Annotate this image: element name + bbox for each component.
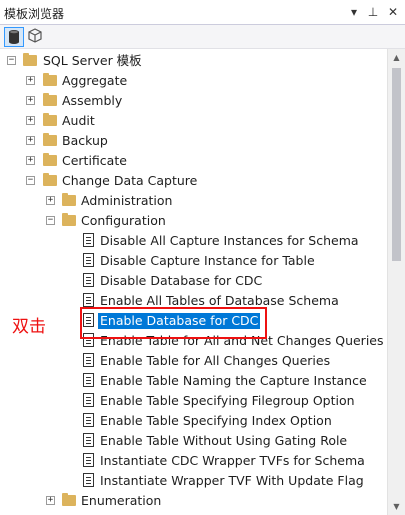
tree-template-item[interactable]: Enable Table Naming the Capture Instance bbox=[0, 371, 387, 391]
script-file-icon bbox=[83, 433, 94, 447]
tree-template-item[interactable]: Disable Capture Instance for Table bbox=[0, 251, 387, 271]
folder-icon bbox=[43, 93, 57, 106]
tree-template-item[interactable]: Enable Table Specifying Index Option bbox=[0, 411, 387, 431]
analysis-services-templates-button[interactable] bbox=[26, 27, 46, 47]
tree-node-configuration[interactable]: − Configuration bbox=[0, 211, 387, 231]
tree-node-label: Enumeration bbox=[81, 493, 162, 508]
folder-open-icon bbox=[43, 173, 57, 186]
tree-template-item[interactable]: Instantiate CDC Wrapper TVFs for Schema bbox=[0, 451, 387, 471]
annotation-highlight-box bbox=[80, 307, 267, 339]
cube-icon bbox=[28, 28, 42, 43]
script-file-icon bbox=[83, 273, 94, 287]
tree-node-label: Instantiate Wrapper TVF With Update Flag bbox=[100, 473, 364, 488]
folder-icon bbox=[62, 493, 76, 506]
expand-icon[interactable]: + bbox=[46, 496, 55, 505]
tree-node-label: Enable Table Without Using Gating Role bbox=[100, 433, 348, 448]
tree-node-label: Assembly bbox=[62, 93, 123, 108]
tree-template-item[interactable]: Instantiate Wrapper TVF With Update Flag bbox=[0, 471, 387, 491]
sql-server-templates-button[interactable] bbox=[4, 27, 24, 47]
tree-node-label: Disable Capture Instance for Table bbox=[100, 253, 315, 268]
folder-icon bbox=[62, 193, 76, 206]
panel-title: 模板浏览器 bbox=[4, 7, 65, 21]
scrollbar-thumb[interactable] bbox=[392, 68, 401, 261]
tree-template-item[interactable]: Disable Database for CDC bbox=[0, 271, 387, 291]
tree-node-label: Aggregate bbox=[62, 73, 128, 88]
tree-node-assembly[interactable]: + Assembly bbox=[0, 91, 387, 111]
tree-node-label: Disable Database for CDC bbox=[100, 273, 263, 288]
script-file-icon bbox=[83, 453, 94, 467]
tree-node-label: Enable Table for All Changes Queries bbox=[100, 353, 331, 368]
template-toolbar bbox=[0, 25, 405, 49]
expand-icon[interactable]: + bbox=[26, 96, 35, 105]
script-file-icon bbox=[83, 233, 94, 247]
script-file-icon bbox=[83, 253, 94, 267]
tree-node-backup[interactable]: + Backup bbox=[0, 131, 387, 151]
tree-node-label: Certificate bbox=[62, 153, 127, 168]
tree-node-label: Administration bbox=[81, 193, 173, 208]
collapse-icon[interactable]: − bbox=[7, 56, 16, 65]
annotation-label: 双击 bbox=[12, 317, 46, 337]
expand-icon[interactable]: + bbox=[26, 156, 35, 165]
folder-icon bbox=[43, 133, 57, 146]
collapse-icon[interactable]: − bbox=[46, 216, 55, 225]
folder-icon bbox=[43, 153, 57, 166]
expand-icon[interactable]: + bbox=[46, 196, 55, 205]
folder-icon bbox=[43, 113, 57, 126]
close-icon[interactable]: ✕ bbox=[385, 3, 401, 21]
template-tree[interactable]: − SQL Server 模板 + Aggregate + Assembly +… bbox=[0, 49, 387, 515]
tree-node-label: Instantiate CDC Wrapper TVFs for Schema bbox=[100, 453, 365, 468]
vertical-scrollbar[interactable]: ▲ ▼ bbox=[387, 49, 405, 515]
tree-node-change-data-capture[interactable]: − Change Data Capture bbox=[0, 171, 387, 191]
tree-node-label: Disable All Capture Instances for Schema bbox=[100, 233, 359, 248]
tree-node-administration[interactable]: + Administration bbox=[0, 191, 387, 211]
script-file-icon bbox=[83, 393, 94, 407]
expand-icon[interactable]: + bbox=[26, 76, 35, 85]
expand-icon[interactable]: + bbox=[26, 116, 35, 125]
script-file-icon bbox=[83, 353, 94, 367]
script-file-icon bbox=[83, 473, 94, 487]
collapse-icon[interactable]: − bbox=[26, 176, 35, 185]
scroll-up-icon[interactable]: ▲ bbox=[388, 49, 405, 66]
tree-node-label: Backup bbox=[62, 133, 108, 148]
tree-node-label: SQL Server 模板 bbox=[43, 53, 142, 68]
tree-template-item[interactable]: Disable All Capture Instances for Schema bbox=[0, 231, 387, 251]
folder-icon bbox=[23, 53, 37, 66]
folder-open-icon bbox=[62, 213, 76, 226]
tree-node-label: Audit bbox=[62, 113, 95, 128]
pin-icon[interactable]: ⊥ bbox=[365, 3, 381, 21]
tree-node-label: Change Data Capture bbox=[62, 173, 198, 188]
tree-node-certificate[interactable]: + Certificate bbox=[0, 151, 387, 171]
script-file-icon bbox=[83, 413, 94, 427]
script-file-icon bbox=[83, 373, 94, 387]
tree-template-item[interactable]: Enable Table Specifying Filegroup Option bbox=[0, 391, 387, 411]
dropdown-icon[interactable]: ▾ bbox=[346, 3, 362, 21]
tree-node-aggregate[interactable]: + Aggregate bbox=[0, 71, 387, 91]
folder-icon bbox=[43, 73, 57, 86]
tree-node-enumeration[interactable]: + Enumeration bbox=[0, 491, 387, 511]
expand-icon[interactable]: + bbox=[26, 136, 35, 145]
tree-node-label: Enable Table Specifying Index Option bbox=[100, 413, 332, 428]
panel-titlebar: 模板浏览器 ▾ ⊥ ✕ bbox=[0, 0, 405, 25]
tree-node-label: Configuration bbox=[81, 213, 166, 228]
tree-node-label: Enable Table Specifying Filegroup Option bbox=[100, 393, 355, 408]
database-icon bbox=[9, 30, 19, 44]
tree-node-root[interactable]: − SQL Server 模板 bbox=[0, 51, 387, 71]
tree-template-item[interactable]: Enable Table Without Using Gating Role bbox=[0, 431, 387, 451]
tree-node-audit[interactable]: + Audit bbox=[0, 111, 387, 131]
tree-node-label: Enable Table Naming the Capture Instance bbox=[100, 373, 367, 388]
script-file-icon bbox=[83, 293, 94, 307]
scroll-down-icon[interactable]: ▼ bbox=[388, 498, 405, 515]
tree-template-item[interactable]: Enable Table for All Changes Queries bbox=[0, 351, 387, 371]
